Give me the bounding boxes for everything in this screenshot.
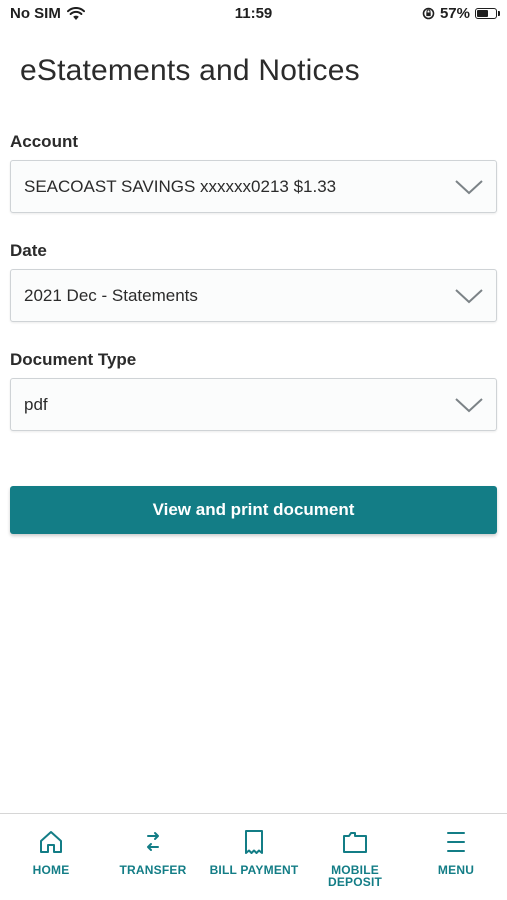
home-icon [40,831,62,853]
nav-transfer[interactable]: TRANSFER [103,828,203,876]
status-right: 57% [422,5,500,22]
battery-level [477,10,489,17]
nav-bill-payment-label: BILL PAYMENT [209,863,299,877]
page-title: eStatements and Notices [20,54,360,87]
chevron-down-icon [455,180,483,195]
nav-menu-label: MENU [437,863,475,877]
date-label: Date [10,241,47,260]
nav-transfer-label: TRANSFER [119,863,187,877]
document-type-select-value: pdf [24,395,48,414]
nav-bill-payment[interactable]: BILL PAYMENT [204,828,304,876]
account-label: Account [10,132,78,151]
nav-home-label: HOME [32,863,70,877]
chevron-down-icon [455,398,483,413]
date-select[interactable]: 2021 Dec - Statements [10,269,497,322]
receipt-icon [245,830,263,854]
account-select[interactable]: SEACOAST SAVINGS xxxxxx0213 $1.33 [10,160,497,213]
transfer-icon [147,832,159,851]
orientation-lock-icon [422,7,435,20]
date-select-value: 2021 Dec - Statements [24,286,198,305]
nav-home[interactable]: HOME [1,828,101,876]
nav-mobile-deposit[interactable]: MOBILE DEPOSIT [305,828,405,888]
view-print-document-button[interactable]: View and print document [10,486,497,534]
bottom-nav: HOME TRANSFER BILL PAYMENT MOBILE DEPOSI… [0,813,507,900]
battery-icon [475,8,500,19]
battery-percent: 57% [439,5,470,22]
chevron-down-icon [455,289,483,304]
nav-mobile-deposit-label: MOBILE DEPOSIT [327,863,383,889]
nav-menu[interactable]: MENU [406,828,506,876]
menu-icon [447,832,465,852]
status-bar: No SIM 11:59 57% [0,0,507,30]
document-type-select[interactable]: pdf [10,378,497,431]
document-type-label: Document Type [10,350,137,369]
account-select-value: SEACOAST SAVINGS xxxxxx0213 $1.33 [24,177,337,196]
deposit-icon [343,832,367,853]
